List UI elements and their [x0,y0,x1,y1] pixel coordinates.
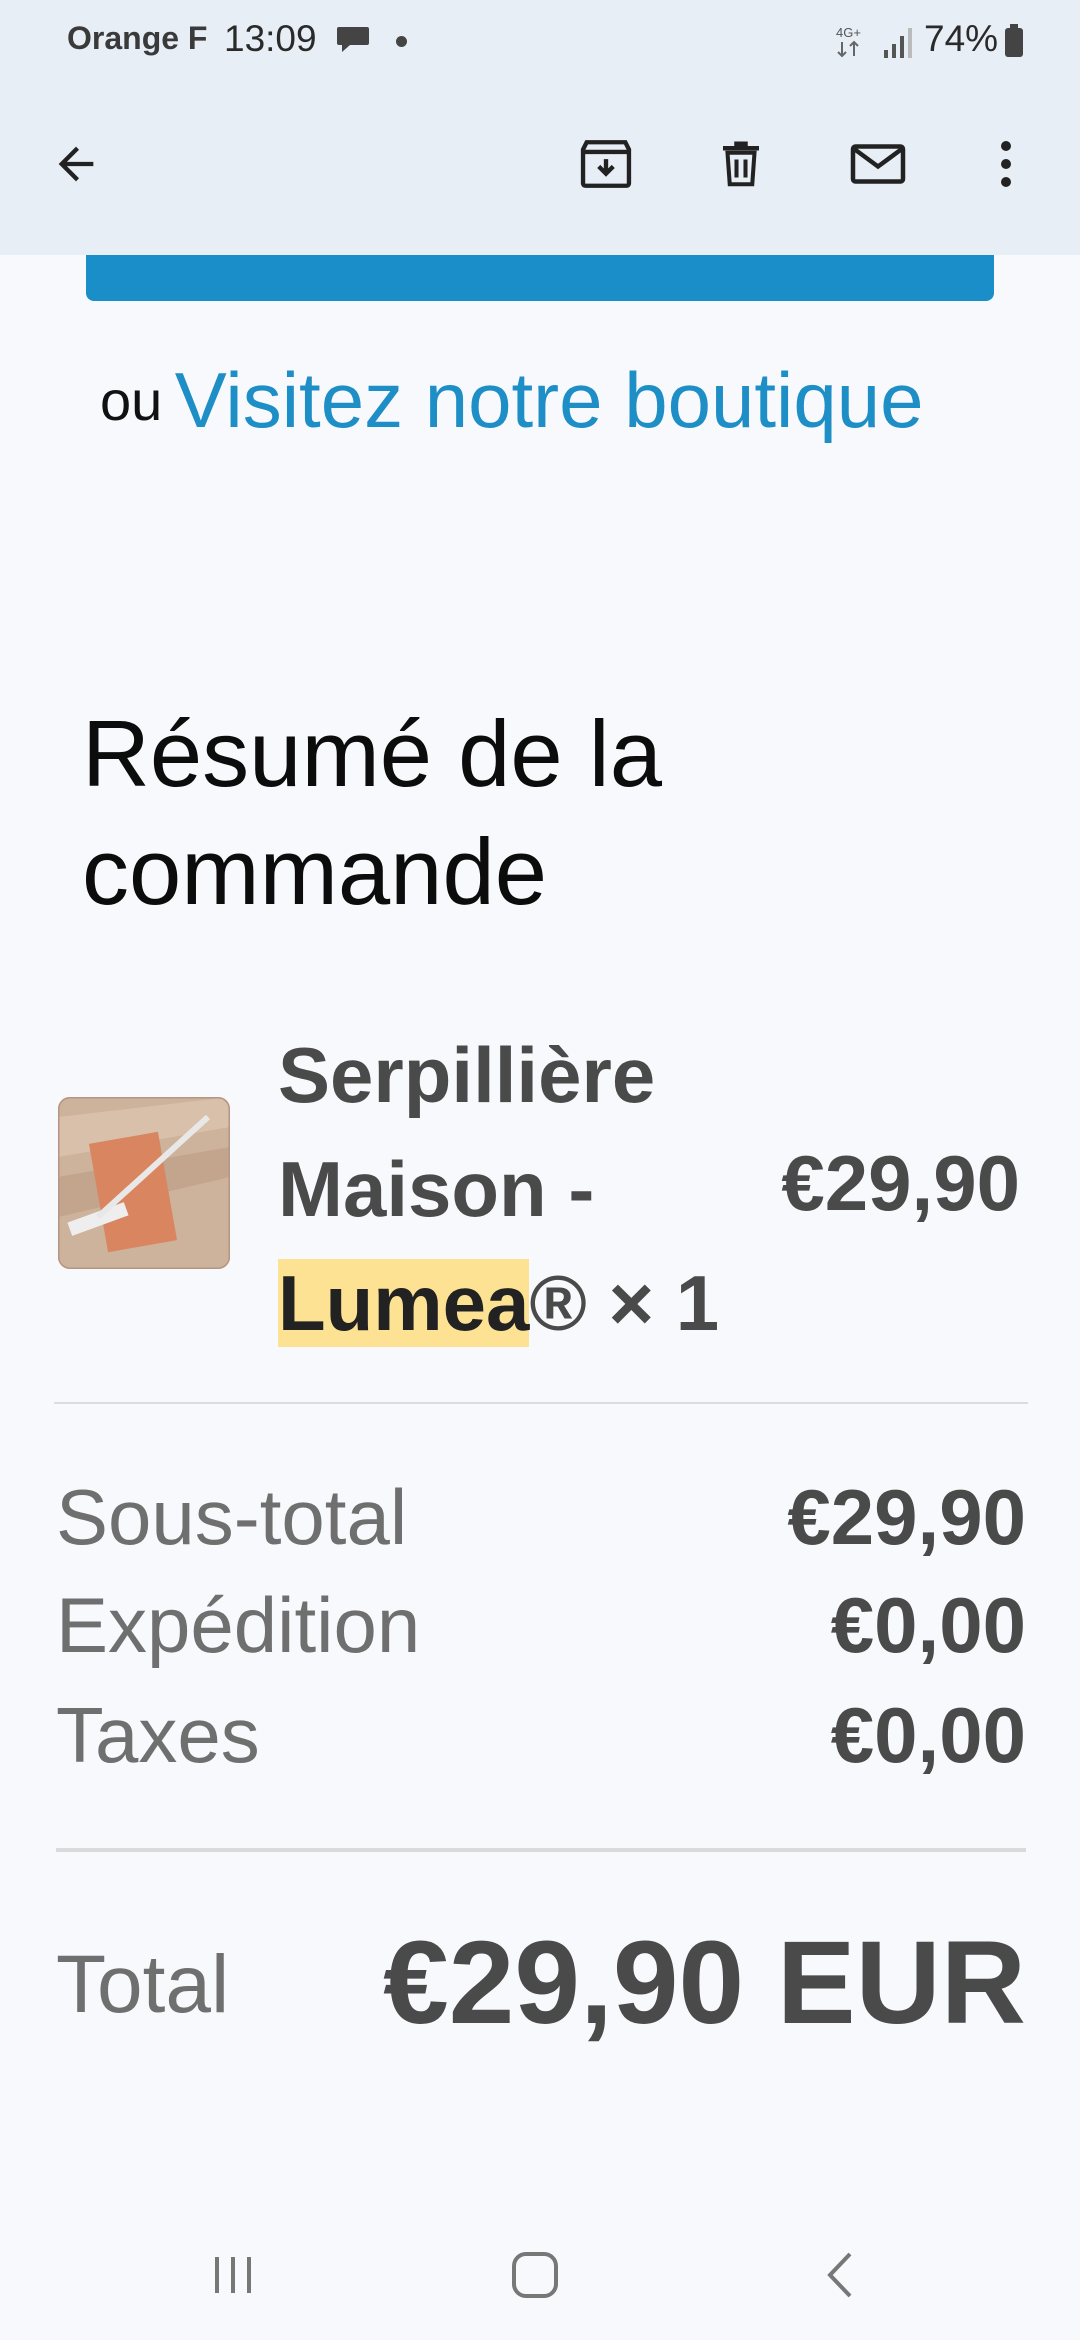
status-bar: Orange F 13:09 4G+ 74% [0,0,1080,80]
carrier-label: Orange F [67,20,208,56]
shipping-value: €0,00 [830,1581,1026,1669]
shipping-row: Expédition €0,00 [56,1580,1026,1680]
message-notification-icon [336,25,370,55]
search-highlight: Lumea [278,1259,530,1347]
trash-icon[interactable] [705,128,777,200]
primary-cta-button[interactable] [86,255,994,301]
product-price: €29,90 [781,1139,1020,1227]
clock: 13:09 [224,18,317,59]
nav-back-icon[interactable] [800,2245,880,2305]
product-quantity: ® × 1 [529,1259,720,1347]
subtotal-row: Sous-total €29,90 [56,1472,1026,1572]
svg-text:4G+: 4G+ [836,25,861,40]
battery-icon [1004,24,1024,58]
divider [54,1402,1028,1404]
signal-icon: 4G+ [836,24,916,60]
mail-icon[interactable] [842,128,914,200]
total-label: Total [56,1939,230,2030]
product-image [58,1097,230,1269]
home-icon[interactable] [495,2245,575,2305]
back-arrow-icon[interactable] [40,128,112,200]
archive-icon[interactable] [570,128,642,200]
taxes-label: Taxes [56,1691,260,1779]
battery-percent: 74% [924,18,999,59]
notification-dot-icon [396,36,407,47]
more-options-icon[interactable] [970,128,1042,200]
recent-apps-icon[interactable] [193,2245,273,2305]
subtotal-label: Sous-total [56,1473,408,1561]
order-summary-title: Résumé de la commande [82,701,662,924]
product-name-text: Serpillière Maison - [278,1031,656,1233]
visit-shop-line: ou Visitez notre boutique [100,355,1000,446]
shipping-label: Expédition [56,1581,421,1669]
taxes-value: €0,00 [830,1691,1026,1779]
taxes-row: Taxes €0,00 [56,1690,1026,1790]
divider [56,1848,1026,1852]
total-value: €29,90 EUR [383,1917,1026,2049]
visit-shop-link[interactable]: Visitez notre boutique [175,356,924,444]
product-name: Serpillière Maison - Lumea® × 1 [278,1018,748,1360]
or-label: ou [100,369,163,432]
system-nav-bar [0,2200,1080,2340]
email-toolbar [0,80,1080,255]
subtotal-value: €29,90 [787,1473,1026,1561]
